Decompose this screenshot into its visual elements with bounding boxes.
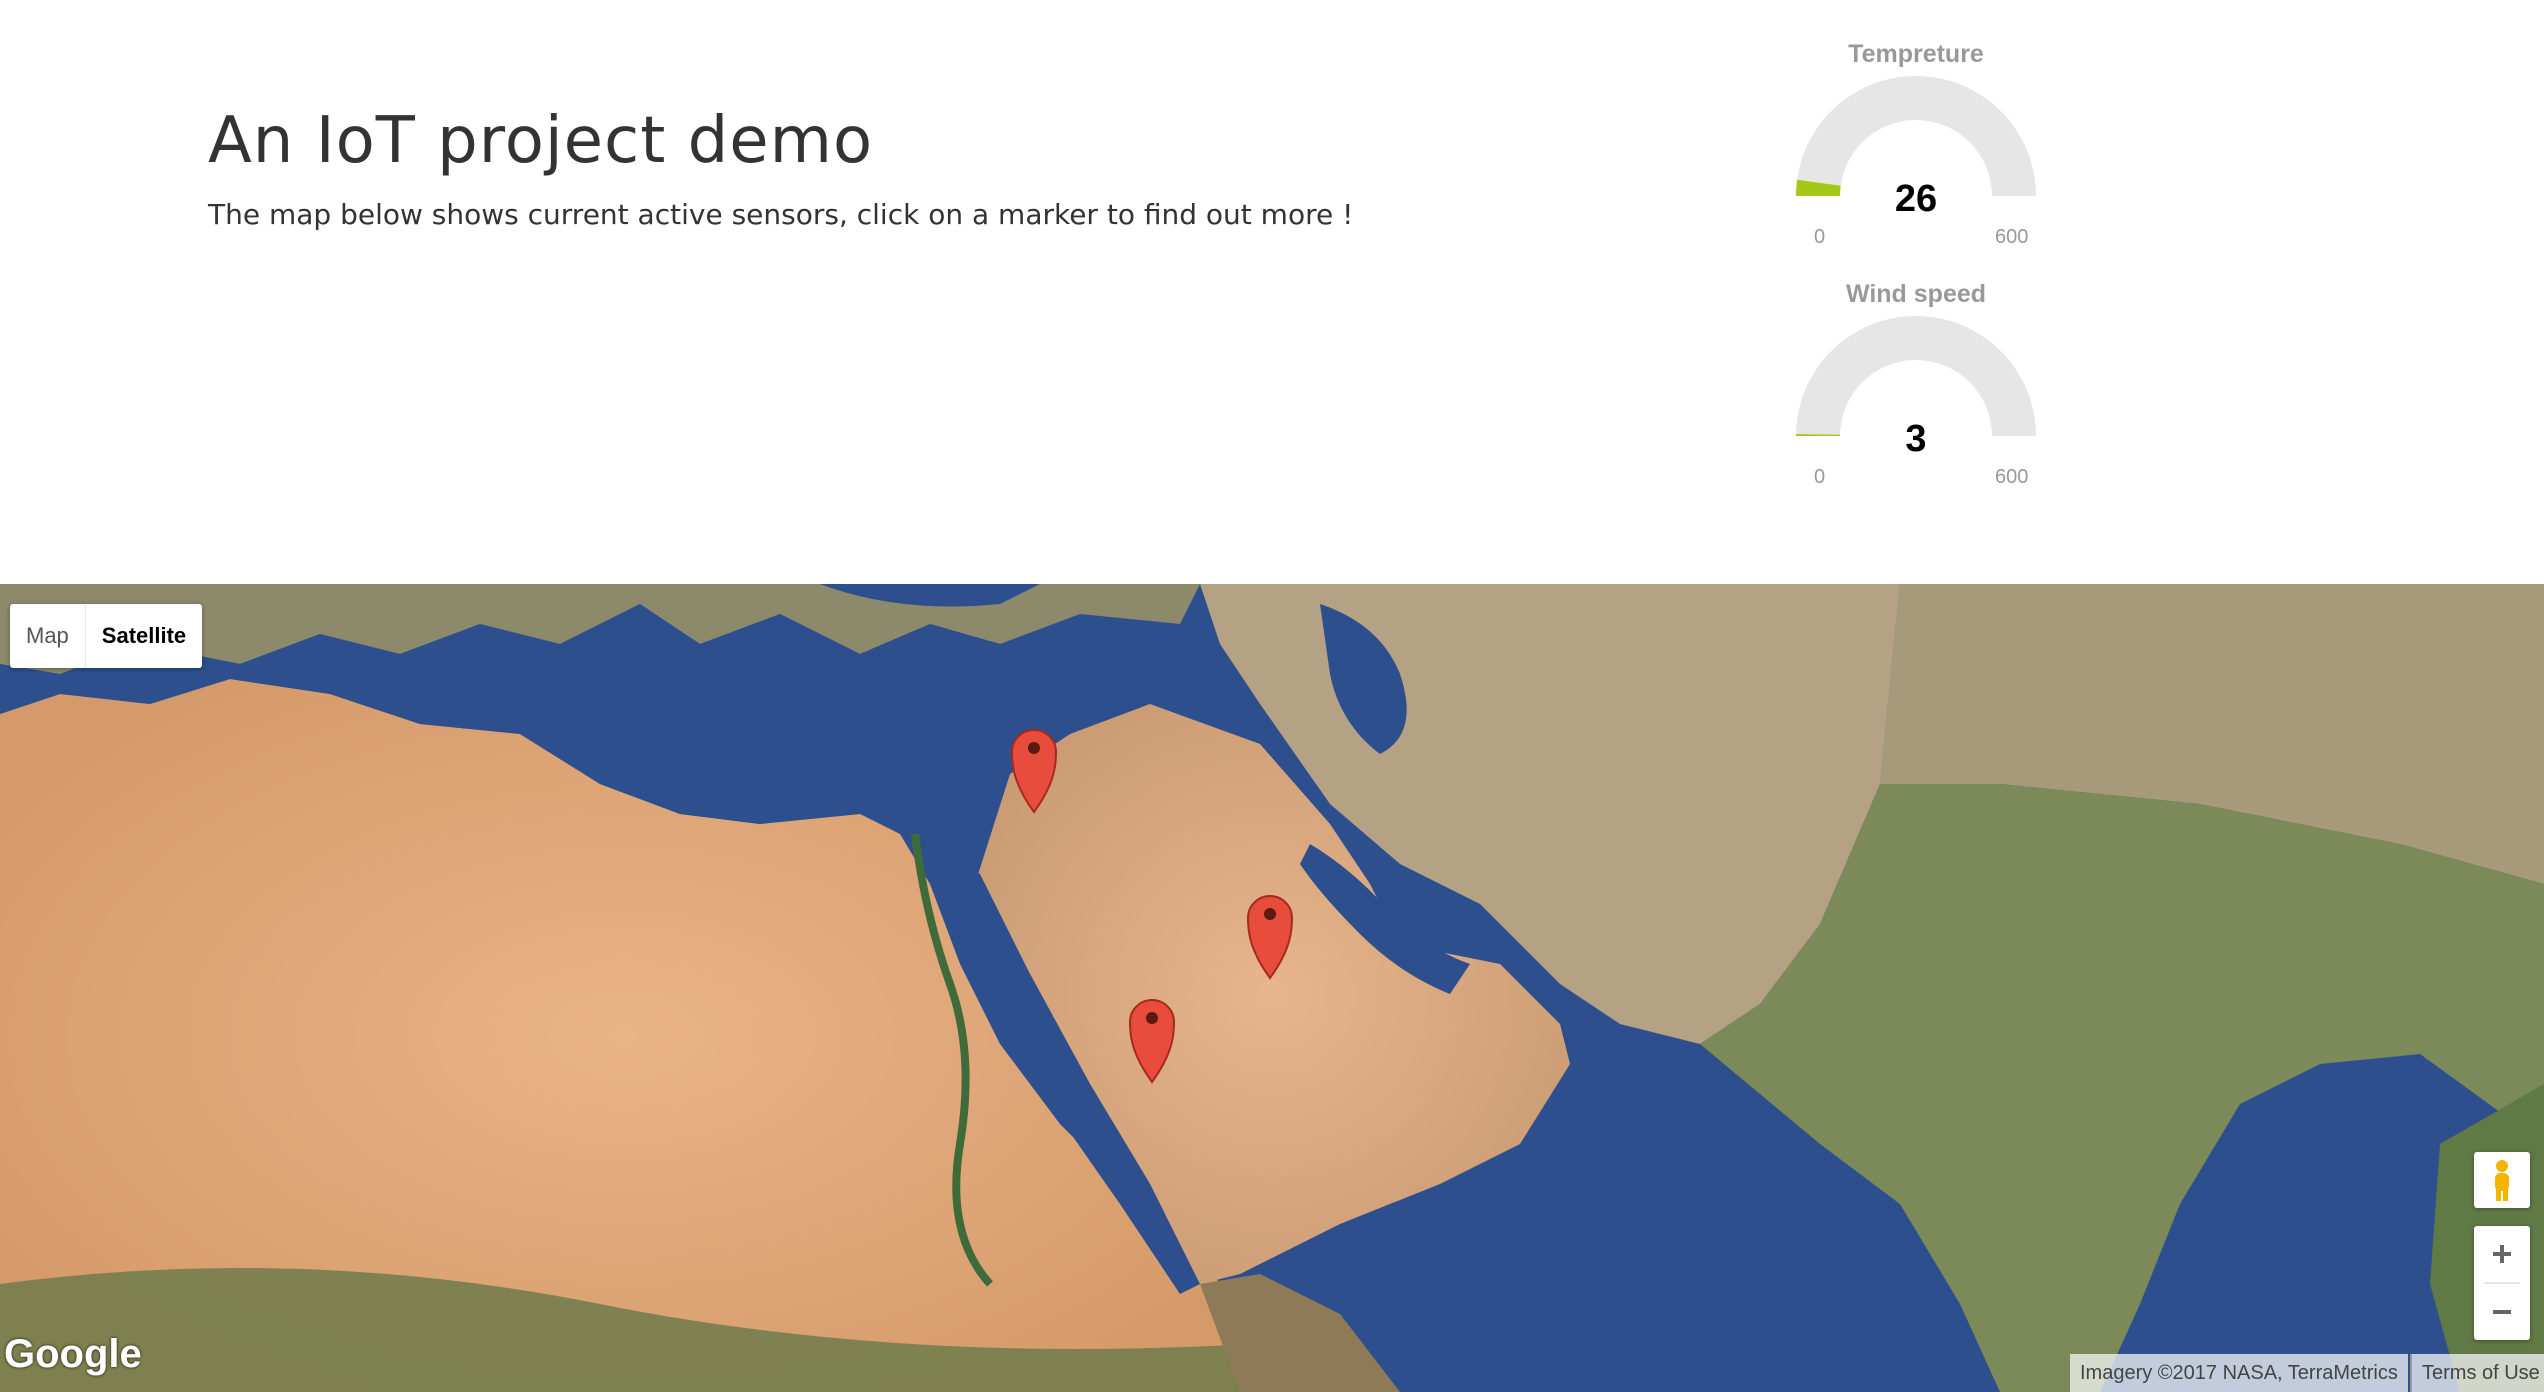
gauge-value: 3 <box>1905 418 1927 460</box>
sensor-map[interactable]: Map Satellite Google Imagery ©2017 NASA,… <box>0 584 2544 1392</box>
minus-icon <box>2493 1310 2511 1314</box>
gauge-label: Wind speed <box>1845 280 1987 308</box>
terms-of-use-link[interactable]: Terms of Use <box>2410 1354 2544 1392</box>
page-subtitle: The map below shows current active senso… <box>208 198 1354 231</box>
map-type-control: Map Satellite <box>10 604 203 668</box>
page-header: An IoT project demo The map below shows … <box>0 0 2544 584</box>
zoom-out-button[interactable] <box>2474 1284 2530 1340</box>
gauge-max: 600 <box>1995 226 2029 248</box>
gauge-label: Tempreture <box>1848 40 1984 68</box>
gauge-min: 0 <box>1814 466 1826 488</box>
map-type-map-button[interactable]: Map <box>10 604 86 668</box>
gauge-value: 26 <box>1894 178 1938 220</box>
street-view-button[interactable] <box>2474 1152 2530 1208</box>
google-logo: Google <box>4 1332 142 1376</box>
zoom-in-button[interactable] <box>2474 1226 2530 1282</box>
gauge-max: 600 <box>1995 466 2029 488</box>
temperature-gauge: Tempreture 26 0 600 <box>1776 40 2056 270</box>
imagery-attribution: Imagery ©2017 NASA, TerraMetrics <box>2070 1354 2408 1392</box>
pegman-icon <box>2495 1160 2509 1201</box>
satellite-imagery[interactable] <box>0 584 2544 1392</box>
wind-speed-gauge: Wind speed 3 0 600 <box>1776 280 2056 510</box>
map-type-satellite-button[interactable]: Satellite <box>86 604 202 668</box>
zoom-control <box>2474 1226 2530 1340</box>
gauge-min: 0 <box>1814 226 1826 248</box>
page-title: An IoT project demo <box>208 104 874 178</box>
plus-icon <box>2493 1245 2511 1263</box>
